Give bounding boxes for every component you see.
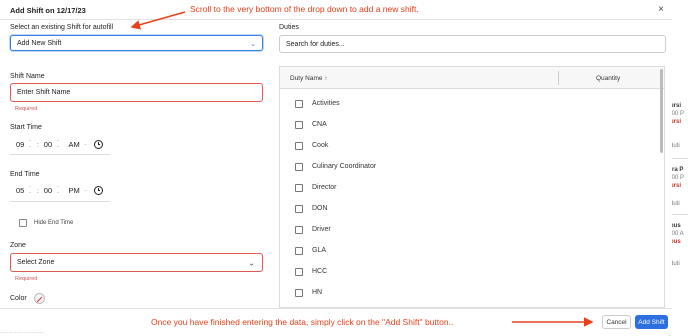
annotation-top: Scroll to the very bottom of the drop do… [190,4,419,14]
zone-required: Required [15,276,38,282]
end-ampm-stepper[interactable]: ⌄ [84,188,87,192]
table-row[interactable]: DON [280,198,650,219]
bg-divider [670,158,688,159]
bg-item: ursi:00 Pursi [670,103,685,125]
bg-divider [670,214,688,215]
table-row[interactable]: Culinary Coordinator [280,156,650,177]
duty-name: Activities [312,100,340,107]
divider [10,201,110,202]
row-checkbox[interactable] [295,99,303,108]
duty-name: GLA [312,247,327,254]
autofill-value: Add New Shift [17,39,62,47]
chevron-down-icon: ⌄ [250,41,256,48]
table-row[interactable]: HCC [280,261,650,282]
zone-label: Zone [10,242,26,249]
duty-name: Driver [312,226,331,233]
row-checkbox[interactable] [295,288,303,297]
duties-table: Duty Name ↑ Quantity Activities CNA Cook… [279,66,665,308]
zone-select[interactable]: Select Zone ⌄ [10,253,263,272]
column-divider [558,71,559,85]
row-checkbox[interactable] [295,246,303,255]
scrollbar-thumb[interactable] [660,69,663,153]
close-icon[interactable]: × [658,4,664,15]
row-checkbox[interactable] [295,183,303,192]
start-ampm[interactable]: AM [69,140,80,149]
duty-name: DON [312,205,328,212]
table-row[interactable]: Director [280,177,650,198]
column-duty-name[interactable]: Duty Name ↑ [290,75,328,82]
table-row[interactable]: GLA [280,240,650,261]
start-time-label: Start Time [10,124,42,131]
start-minute-stepper[interactable]: ⌃ ⌄ [56,140,59,148]
row-checkbox[interactable] [295,162,303,171]
shift-name-input[interactable]: Enter Shift Name [10,83,263,102]
start-minute[interactable]: 00 [44,140,52,149]
bg-item: tra P:00 Pursi [670,167,685,189]
table-row[interactable]: Driver [280,219,650,240]
hide-end-time-label: Hide End Time [34,220,74,226]
end-time-label: End Time [10,171,40,178]
end-hour[interactable]: 05 [16,186,24,195]
duties-label: Duties [279,24,299,31]
color-label: Color [10,295,27,302]
autofill-select[interactable]: Add New Shift ⌄ [10,35,263,51]
start-hour-stepper[interactable]: ⌃ ⌄ [28,140,31,148]
start-time-picker[interactable]: 09 ⌃ ⌄ : 00 ⌃ ⌄ AM ⌄ [16,135,104,153]
row-checkbox[interactable] [295,141,303,150]
duty-name: HN [312,289,323,296]
add-shift-modal: Add Shift on 12/17/23 × Select an existi… [0,0,672,336]
end-minute-stepper[interactable]: ⌃ ⌄ [56,186,59,194]
divider [10,154,110,155]
end-hour-stepper[interactable]: ⌃ ⌄ [28,186,31,194]
duty-name: CNA [312,121,327,128]
annotation-bottom: Once you have finished entering the data… [151,317,454,327]
duties-search-input[interactable]: Search for duties... [279,35,666,53]
table-header: Duty Name ↑ Quantity [280,67,664,89]
modal-title: Add Shift on 12/17/23 [10,6,86,15]
chevron-down-icon: ⌄ [248,258,255,267]
clock-icon[interactable] [94,185,104,195]
end-ampm[interactable]: PM [69,186,80,195]
table-row[interactable]: Activities [280,93,650,114]
column-quantity: Quantity [596,75,621,82]
end-time-picker[interactable]: 05 ⌃ ⌄ : 00 ⌃ ⌄ PM ⌄ [16,181,104,199]
shift-name-required: Required [15,106,38,112]
autofill-label: Select an existing Shift for autofill [10,24,114,31]
duty-name: Culinary Coordinator [312,163,377,170]
hide-end-time-checkbox[interactable] [19,219,27,227]
bg-item: duti [670,143,680,149]
zone-value: Select Zone [17,259,55,266]
bg-item: ous:00 Aous [670,223,684,245]
divider: ··························· [0,330,45,336]
row-checkbox[interactable] [295,120,303,129]
clock-icon[interactable] [94,139,104,149]
bg-item: duti [670,261,680,267]
sort-arrow-icon[interactable]: ↑ [324,75,327,82]
bg-item: duti [670,201,680,207]
duty-name: Director [312,184,337,191]
duty-name: Cook [312,142,329,149]
start-hour[interactable]: 09 [16,140,24,149]
row-checkbox[interactable] [295,267,303,276]
row-checkbox[interactable] [295,204,303,213]
color-picker[interactable] [34,293,45,304]
shift-name-label: Shift Name [10,73,45,80]
start-ampm-stepper[interactable]: ⌄ [84,142,87,146]
table-row[interactable]: HN [280,282,650,303]
duties-search-placeholder: Search for duties... [286,40,345,48]
shift-name-placeholder: Enter Shift Name [17,89,71,96]
duty-name: HCC [312,268,328,275]
row-checkbox[interactable] [295,225,303,234]
cancel-button[interactable]: Cancel [602,315,631,329]
add-shift-button[interactable]: Add Shift [635,315,668,329]
table-row[interactable]: Cook [280,135,650,156]
background-panel: ursi:00 Pursi duti tra P:00 Pursi duti o… [670,0,688,336]
end-minute[interactable]: 00 [44,186,52,195]
table-row[interactable]: CNA [280,114,650,135]
